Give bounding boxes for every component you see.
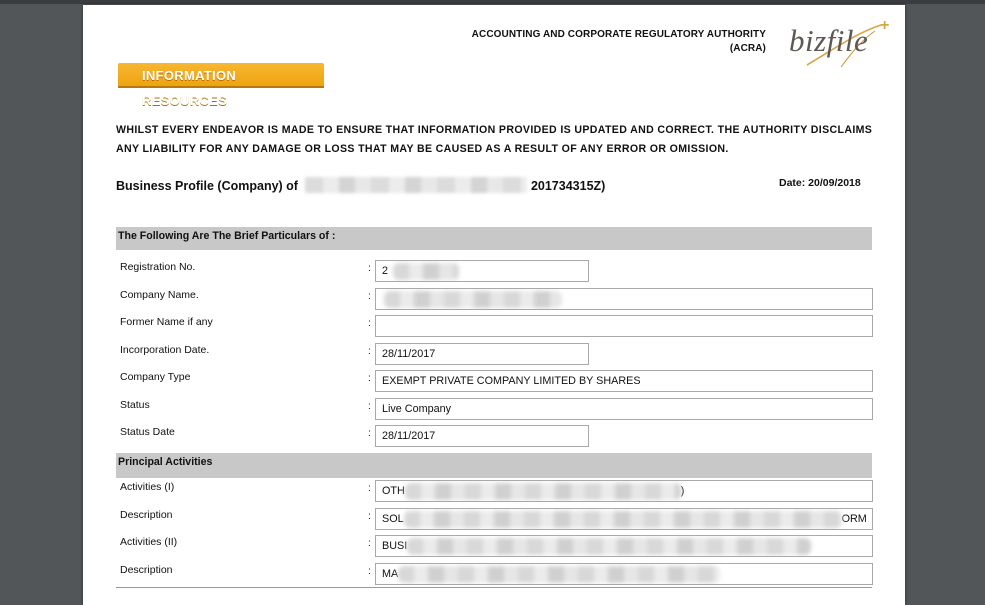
field-company-name xyxy=(375,288,873,310)
redacted-description-2 xyxy=(398,565,721,583)
colon: : xyxy=(368,400,371,412)
description-2-value: MA xyxy=(382,568,399,580)
field-registration-no: 2 xyxy=(375,260,589,282)
label-incorporation-date: Incorporation Date. xyxy=(120,344,210,356)
colon: : xyxy=(368,317,371,329)
colon: : xyxy=(368,427,371,439)
field-activities-1: OTH) xyxy=(375,480,873,502)
field-incorporation-date: 28/11/2017 xyxy=(375,343,589,365)
colon: : xyxy=(368,290,371,302)
disclaimer-text: WHILST EVERY ENDEAVOR IS MADE TO ENSURE … xyxy=(116,124,873,155)
logo-plus-icon: + xyxy=(880,17,890,34)
information-resources-banner: INFORMATION RESOURCES xyxy=(118,63,324,108)
description-1-tail: ORM xyxy=(841,513,867,525)
profile-title-prefix: Business Profile (Company) of xyxy=(116,179,298,193)
divider xyxy=(116,587,872,588)
section-particulars: The Following Are The Brief Particulars … xyxy=(116,227,872,250)
document-page: ACCOUNTING AND CORPORATE REGULATORY AUTH… xyxy=(83,5,905,605)
field-status: Live Company xyxy=(375,398,873,420)
authority-line-1: ACCOUNTING AND CORPORATE REGULATORY AUTH… xyxy=(471,29,766,40)
label-description-2: Description xyxy=(120,564,173,576)
label-former-name: Former Name if any xyxy=(120,316,213,328)
colon: : xyxy=(368,262,371,274)
colon: : xyxy=(368,510,371,522)
viewer-top-bar xyxy=(0,0,985,4)
colon: : xyxy=(368,537,371,549)
field-description-2: MA xyxy=(375,563,873,585)
redacted-company-name xyxy=(305,177,528,193)
field-activities-2: BUSI xyxy=(375,535,873,557)
redacted-company-name-value xyxy=(384,290,562,308)
field-company-type: EXEMPT PRIVATE COMPANY LIMITED BY SHARES xyxy=(375,370,873,392)
redacted-description-1 xyxy=(403,510,842,528)
colon: : xyxy=(368,345,371,357)
field-status-date: 28/11/2017 xyxy=(375,425,589,447)
authority-name: ACCOUNTING AND CORPORATE REGULATORY AUTH… xyxy=(472,28,766,56)
section-principal-activities: Principal Activities xyxy=(116,453,872,478)
label-company-type: Company Type xyxy=(120,371,191,383)
activities-2-value: BUSI xyxy=(382,540,408,552)
field-former-name xyxy=(375,315,873,337)
business-profile-title: Business Profile (Company) of 201734315Z… xyxy=(116,177,605,193)
label-activities-2: Activities (II) xyxy=(120,536,178,548)
label-status-date: Status Date xyxy=(120,426,175,438)
authority-line-2: (ACRA) xyxy=(729,43,766,54)
field-description-1: SOL ORM xyxy=(375,508,873,530)
registration-no-value: 2 xyxy=(382,265,389,277)
label-registration-no: Registration No. xyxy=(120,261,196,273)
colon: : xyxy=(368,482,371,494)
colon: : xyxy=(368,565,371,577)
report-date: Date: 20/09/2018 xyxy=(779,177,861,189)
logo-wordmark: bizfile xyxy=(789,23,869,58)
label-activities-1: Activities (I) xyxy=(120,481,175,493)
description-1-value: SOL xyxy=(382,513,404,525)
activities-1-tail: ) xyxy=(680,485,685,497)
label-status: Status xyxy=(120,399,150,411)
activities-1-value: OTH xyxy=(382,485,405,497)
colon: : xyxy=(368,372,371,384)
bizfile-logo: bizfile + xyxy=(789,17,901,69)
label-description-1: Description xyxy=(120,509,173,521)
redacted-activities-2 xyxy=(407,537,812,555)
redacted-registration-no xyxy=(393,262,460,280)
redacted-activities-1 xyxy=(404,482,681,500)
profile-uen: 201734315Z) xyxy=(530,179,606,193)
label-company-name: Company Name. xyxy=(120,289,199,301)
